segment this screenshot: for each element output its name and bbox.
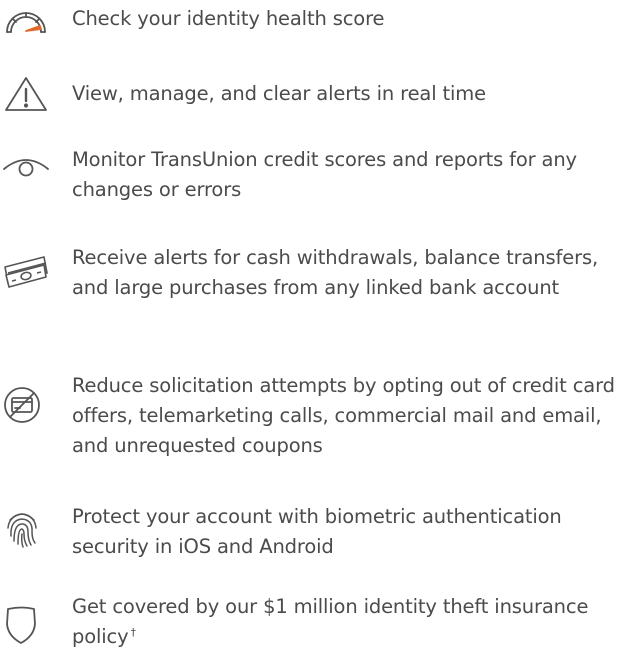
feature-item-credit-monitoring: Monitor TransUnion credit scores and rep…	[0, 145, 619, 211]
feature-item-bank-alerts: Receive alerts for cash withdrawals, bal…	[0, 243, 619, 339]
feature-item-health-score: Check your identity health score	[0, 4, 619, 40]
feature-text: Monitor TransUnion credit scores and rep…	[72, 148, 577, 201]
eye-icon	[0, 141, 52, 185]
feature-text: Receive alerts for cash withdrawals, bal…	[72, 246, 599, 299]
feature-item-alerts: View, manage, and clear alerts in real t…	[0, 77, 619, 115]
cash-icon	[0, 249, 52, 293]
feature-text: View, manage, and clear alerts in real t…	[72, 82, 486, 105]
warning-icon	[0, 71, 52, 115]
feature-list: Check your identity health score View, m…	[0, 0, 619, 660]
fingerprint-icon	[0, 506, 52, 550]
feature-text-main: Get covered by our $1 million identity t…	[72, 595, 589, 648]
feature-item-opt-out: Reduce solicitation attempts by opting o…	[0, 371, 619, 467]
feature-text: Reduce solicitation attempts by opting o…	[72, 374, 615, 457]
feature-text: Protect your account with biometric auth…	[72, 505, 562, 558]
no-credit-card-icon	[0, 383, 52, 427]
feature-text: Check your identity health score	[72, 7, 385, 30]
feature-item-biometric: Protect your account with biometric auth…	[0, 502, 619, 568]
speedometer-icon	[0, 0, 52, 42]
shield-icon	[0, 602, 52, 646]
feature-text: Get covered by our $1 million identity t…	[72, 592, 617, 652]
feature-item-insurance: Get covered by our $1 million identity t…	[0, 592, 619, 658]
footnote-marker: †	[130, 625, 137, 639]
